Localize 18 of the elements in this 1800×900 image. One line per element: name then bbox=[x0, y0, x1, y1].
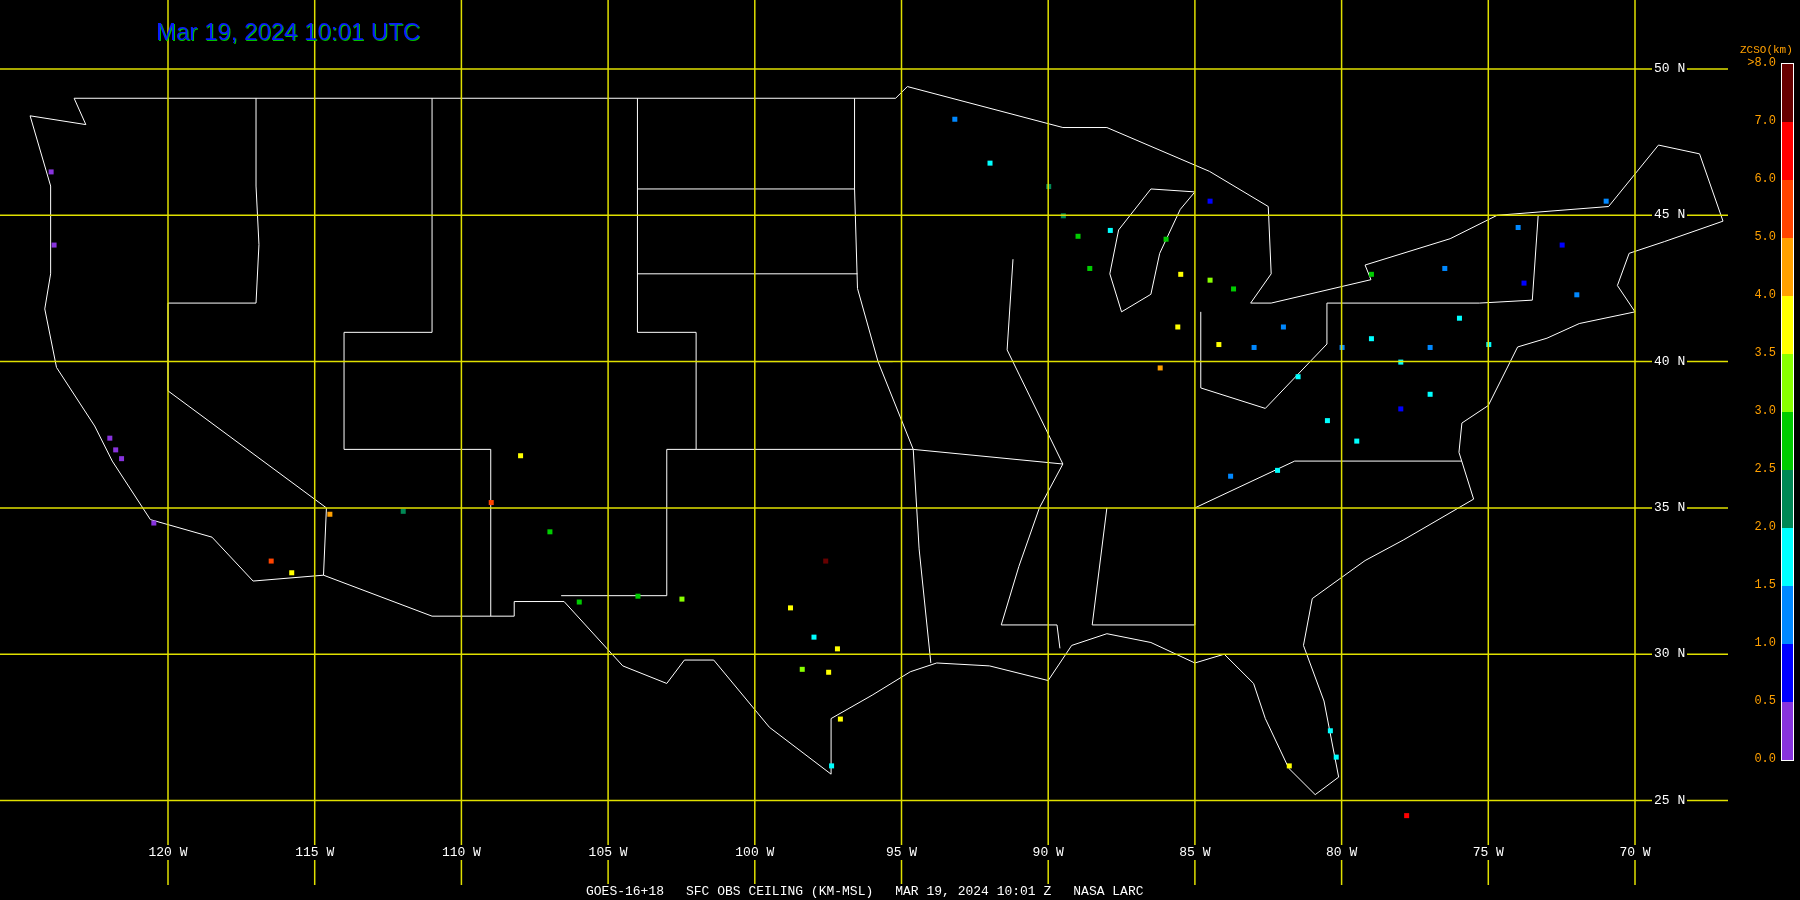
legend-tick-label: 5.0 bbox=[1754, 231, 1776, 244]
legend-tick-label: 6.0 bbox=[1754, 173, 1776, 186]
legend-tick-label: 7.0 bbox=[1754, 115, 1776, 128]
legend-tick-label: 3.0 bbox=[1754, 405, 1776, 418]
legend-title: ZCSO(km) bbox=[1740, 44, 1793, 56]
legend-tick-label: 4.0 bbox=[1754, 289, 1776, 302]
caption-text: MAR 19, 2024 10:01 Z bbox=[895, 884, 1052, 899]
legend-tick-label: >8.0 bbox=[1747, 57, 1776, 70]
caption-text: GOES-16+18 bbox=[586, 884, 664, 899]
legend-tick-label: 0.0 bbox=[1754, 753, 1776, 766]
legend-tick-label: 1.5 bbox=[1754, 579, 1776, 592]
legend-tick-label: 0.5 bbox=[1754, 695, 1776, 708]
caption-text: NASA LARC bbox=[1073, 884, 1144, 899]
caption-text: SFC OBS CEILING (KM-MSL) bbox=[686, 884, 874, 899]
legend-tick-label: 3.5 bbox=[1754, 347, 1776, 360]
legend-tick-label: 1.0 bbox=[1754, 637, 1776, 650]
legend-tick-label: 2.0 bbox=[1754, 521, 1776, 534]
legend-tick-label: 2.5 bbox=[1754, 463, 1776, 476]
